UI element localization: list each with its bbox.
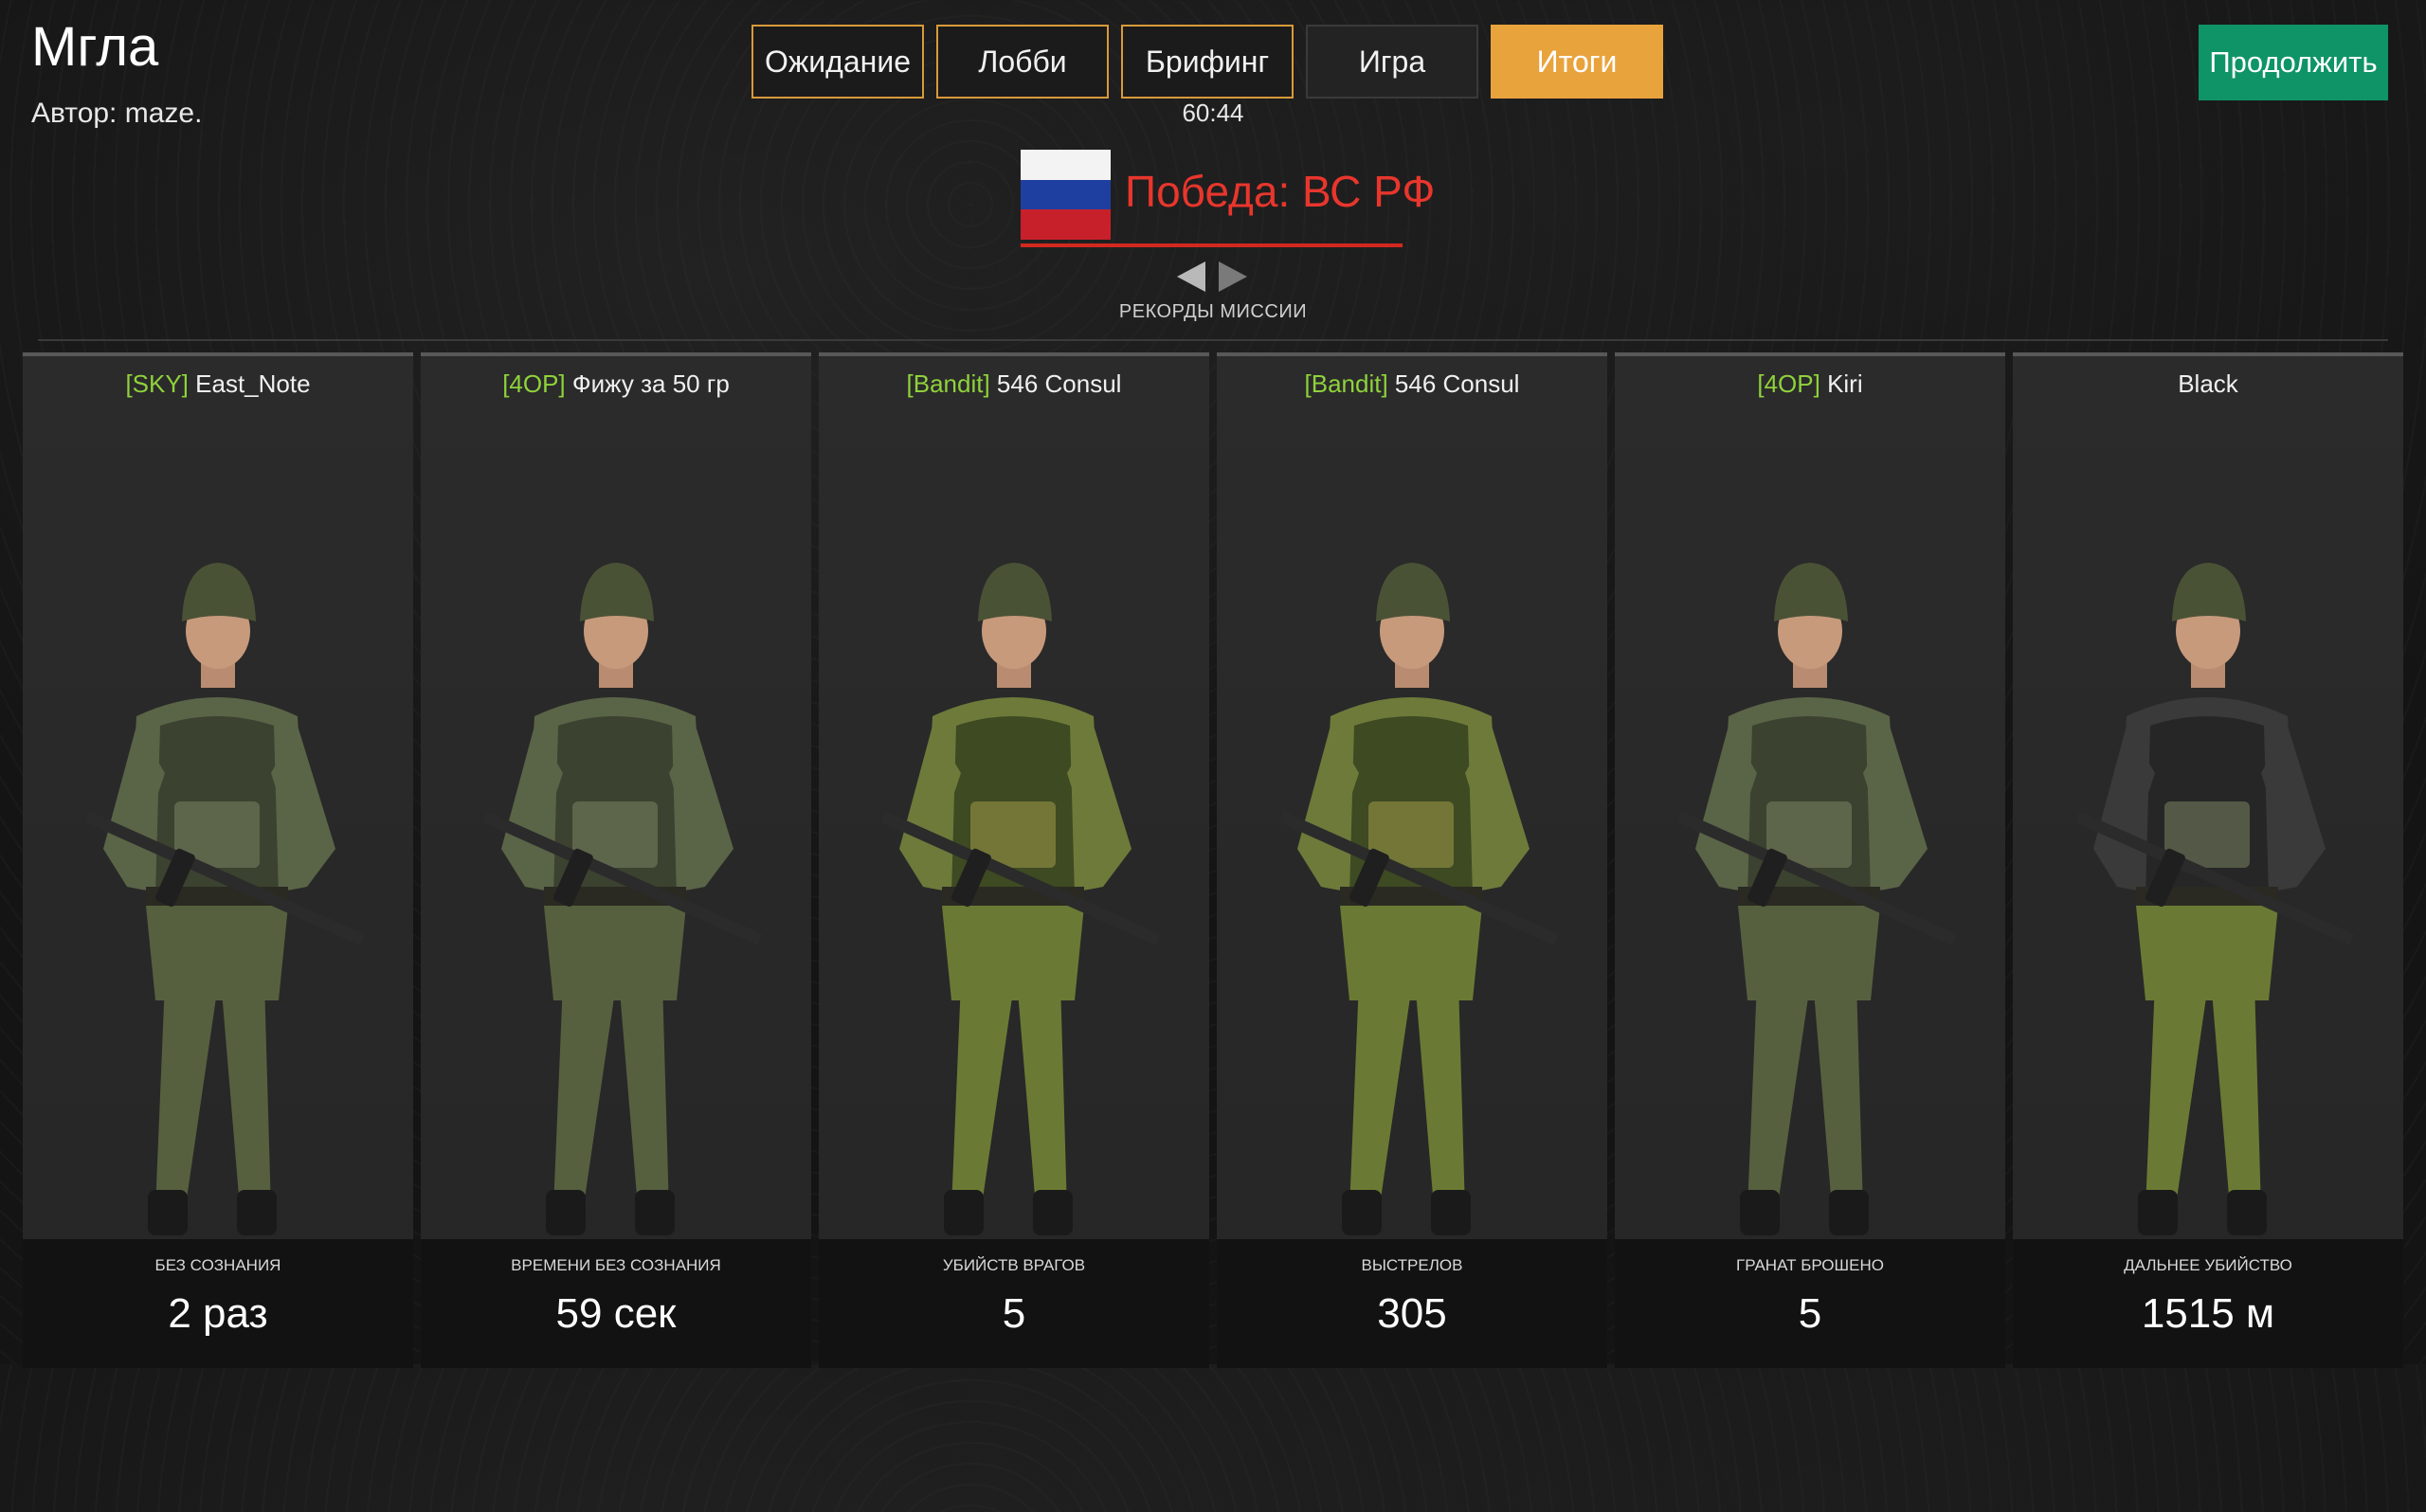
records-pager [1177,258,1249,294]
divider [38,339,2388,341]
stat-value: 1515 м [2141,1290,2275,1337]
player-name: [Bandit] 546 Consul [1217,369,1607,399]
stat-value: 2 раз [168,1290,268,1337]
player-card[interactable]: [4OP] Фижу за 50 гр ВРЕМЕНИ БЕЗ СОЗНАНИЯ… [421,352,811,1368]
stat-label: ГРАНАТ БРОШЕНО [1736,1256,1884,1274]
soldier-icon [1677,563,1956,1235]
russia-flag-icon [1021,150,1111,240]
tab-results[interactable]: Итоги [1491,25,1663,99]
stat-label: ДАЛЬНЕЕ УБИЙСТВО [2124,1256,2292,1274]
tab-briefing[interactable]: Брифинг [1121,25,1294,99]
player-card[interactable]: [Bandit] 546 Consul ВЫСТРЕЛОВ 305 [1217,352,1607,1368]
tab-lobby[interactable]: Лобби [936,25,1109,99]
player-tag: [4OP] [1757,369,1820,398]
player-card[interactable]: Black ДАЛЬНЕЕ УБИЙСТВО 1515 м [2013,352,2403,1368]
player-nick: 546 Consul [989,369,1122,398]
soldier-icon [1279,563,1558,1235]
arrow-left-icon[interactable] [1177,261,1205,292]
soldier-icon [881,563,1160,1235]
player-name: Black [2013,369,2403,399]
stat-label: УБИЙСТВ ВРАГОВ [942,1256,1086,1274]
player-cards: [SKY] East_Note БЕЗ СОЗНАНИЯ 2 раз [4OP]… [23,352,2403,1368]
player-name: [SKY] East_Note [23,369,413,399]
player-tag: [Bandit] [1304,369,1388,398]
player-nick: East_Note [188,369,311,398]
soldier-icon [2075,563,2354,1235]
stat-value: 305 [1377,1290,1447,1337]
victory-underline [1021,243,1403,247]
stat-label: БЕЗ СОЗНАНИЯ [154,1256,281,1274]
soldier-icon [85,563,364,1235]
stat-label: ВРЕМЕНИ БЕЗ СОЗНАНИЯ [511,1256,721,1274]
player-name: [4OP] Фижу за 50 гр [421,369,811,399]
player-nick: Black [2178,369,2238,398]
player-nick: Фижу за 50 гр [565,369,730,398]
player-tag: [Bandit] [906,369,990,398]
stat-value: 5 [1002,1290,1026,1337]
player-card[interactable]: [SKY] East_Note БЕЗ СОЗНАНИЯ 2 раз [23,352,413,1368]
stat-label: ВЫСТРЕЛОВ [1361,1256,1463,1274]
mission-timer: 60:44 [1182,99,1244,127]
player-name: [4OP] Kiri [1615,369,2005,399]
tab-waiting[interactable]: Ожидание [751,25,924,99]
player-card[interactable]: [Bandit] 546 Consul УБИЙСТВ ВРАГОВ 5 [819,352,1209,1368]
player-tag: [4OP] [502,369,566,398]
victory-text: Победа: ВС РФ [1125,167,1436,216]
mission-title: Мгла [31,16,159,78]
stat-value: 59 сек [555,1290,677,1337]
tab-game[interactable]: Игра [1306,25,1478,99]
player-nick: 546 Consul [1387,369,1520,398]
soldier-icon [483,563,762,1235]
player-nick: Kiri [1820,369,1863,398]
phase-tabs: Ожидание Лобби Брифинг Игра Итоги [751,25,1663,99]
player-name: [Bandit] 546 Consul [819,369,1209,399]
mission-author: Автор: maze. [31,98,203,129]
player-tag: [SKY] [125,369,189,398]
records-label: РЕКОРДЫ МИССИИ [1118,301,1308,322]
stat-value: 5 [1798,1290,1822,1337]
continue-button[interactable]: Продолжить [2199,25,2388,100]
player-card[interactable]: [4OP] Kiri ГРАНАТ БРОШЕНО 5 [1615,352,2005,1368]
victory-banner: Победа: ВС РФ [1021,150,1435,247]
arrow-right-icon[interactable] [1219,261,1247,292]
